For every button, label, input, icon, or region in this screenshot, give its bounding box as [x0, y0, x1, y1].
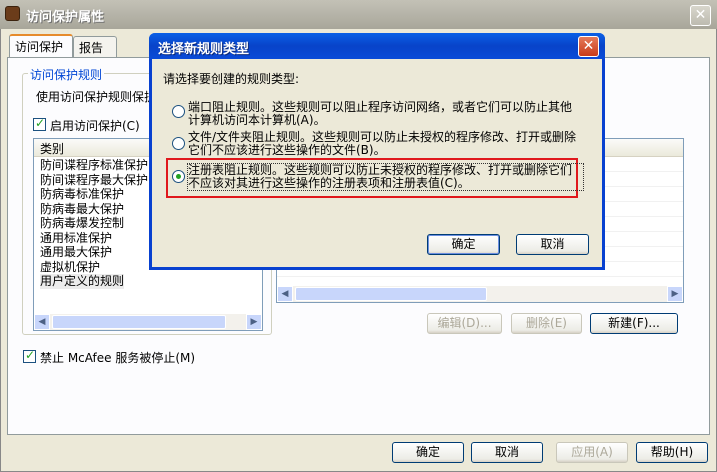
scroll-thumb[interactable] [52, 315, 226, 329]
tab-report[interactable]: 报告 [73, 36, 117, 57]
scroll-right-icon[interactable]: ▶ [667, 286, 683, 302]
main-title-bar: 访问保护属性 ✕ [0, 0, 717, 29]
scroll-thumb[interactable] [295, 287, 487, 301]
main-window-title: 访问保护属性 [26, 10, 105, 25]
dialog-title: 选择新规则类型 [158, 42, 250, 57]
list-item[interactable]: 用户定义的规则 [40, 274, 125, 289]
ok-button[interactable]: 确定 [392, 442, 464, 463]
delete-button[interactable]: 删除(E) [511, 313, 582, 334]
file-folder-blocking-radio[interactable] [172, 137, 185, 150]
registry-blocking-line2: 不应该对其进行这些操作的注册表项和注册表值(C)。 [188, 176, 470, 190]
main-close-icon[interactable]: ✕ [690, 5, 711, 26]
cancel-button[interactable]: 取消 [471, 442, 543, 463]
scroll-right-icon[interactable]: ▶ [246, 314, 262, 330]
dialog-close-icon[interactable]: ✕ [578, 36, 599, 57]
app-icon [5, 6, 20, 21]
rules-description: 使用访问保护规则保护 [36, 90, 157, 104]
help-button[interactable]: 帮助(H) [636, 442, 708, 463]
registry-blocking-radio[interactable] [172, 170, 185, 183]
port-blocking-option[interactable]: 端口阻止规则。这些规则可以阻止程序访问网络，或者它们可以防止其他 计算机访问本计… [188, 101, 583, 127]
rules-group-title: 访问保护规则 [28, 66, 105, 83]
apply-button[interactable]: 应用(A) [556, 442, 628, 463]
file-folder-blocking-option[interactable]: 文件/文件夹阻止规则。这些规则可以防止未授权的程序修改、打开或删除 它们不应该进… [188, 131, 583, 157]
prevent-mcafee-stop-label: 禁止 McAfee 服务被停止(M) [40, 351, 196, 365]
enable-access-protection-checkbox[interactable] [33, 116, 46, 131]
dialog-title-bar: 选择新规则类型 ✕ [149, 33, 605, 59]
category-hscroll[interactable]: ◀ ▶ [34, 314, 262, 330]
dialog-cancel-button[interactable]: 取消 [516, 234, 589, 255]
dialog-ok-button[interactable]: 确定 [427, 234, 500, 255]
file-folder-blocking-line2: 它们不应该进行这些操作的文件(B)。 [188, 143, 386, 157]
port-blocking-line2: 计算机访问本计算机(A)。 [188, 113, 326, 127]
registry-blocking-option[interactable]: 注册表阻止规则。这些规则可以防止未授权的程序修改、打开或删除它们 不应该对其进行… [187, 163, 584, 191]
port-blocking-radio[interactable] [172, 105, 185, 118]
scroll-left-icon[interactable]: ◀ [34, 314, 50, 330]
enable-access-protection-label: 启用访问保护(C) [50, 119, 140, 133]
scroll-left-icon[interactable]: ◀ [277, 286, 293, 302]
new-button[interactable]: 新建(F)... [590, 313, 678, 334]
rules-detail-hscroll[interactable]: ◀ ▶ [277, 286, 683, 302]
dialog-prompt: 请选择要创建的规则类型: [163, 72, 300, 86]
tab-access-protection[interactable]: 访问保护 [9, 34, 73, 58]
prevent-mcafee-stop-checkbox[interactable] [23, 348, 36, 363]
edit-button[interactable]: 编辑(D)... [427, 313, 502, 334]
